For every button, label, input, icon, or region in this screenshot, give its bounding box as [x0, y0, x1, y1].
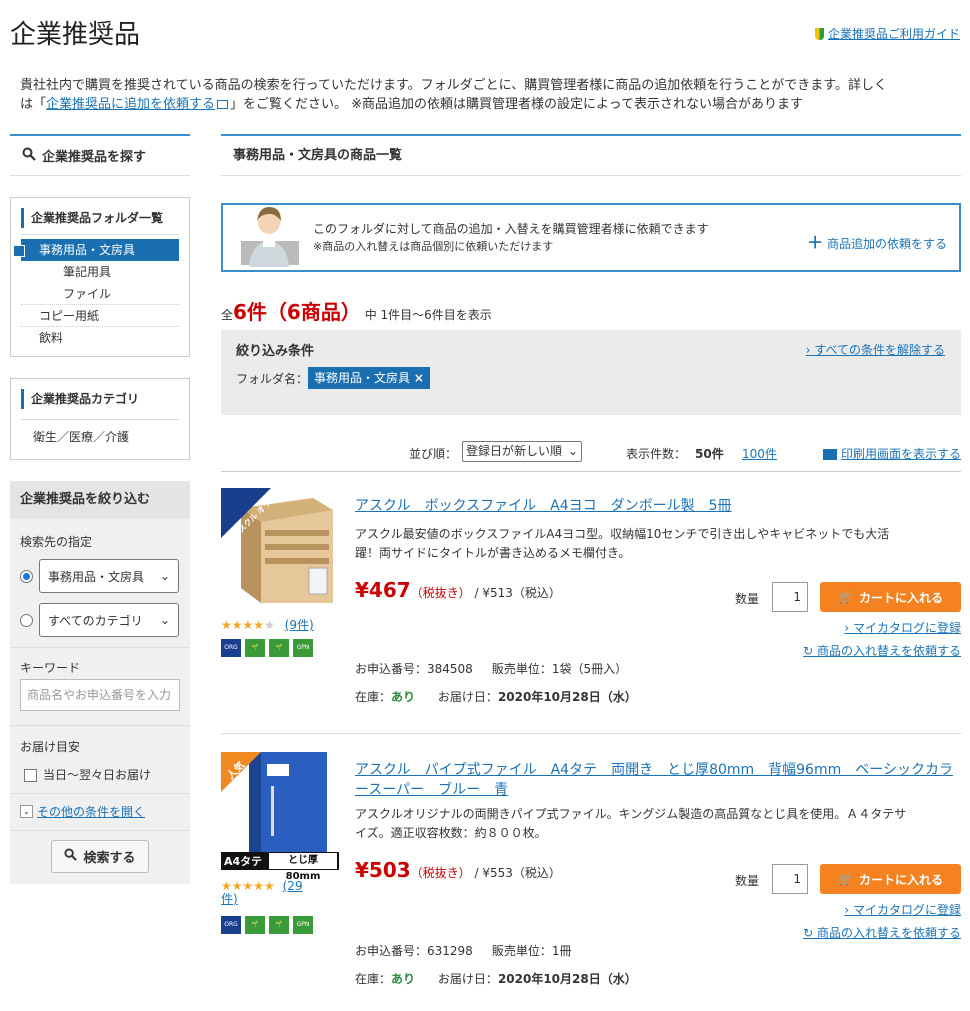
eco-mark-badge-icon: 🌱: [269, 639, 289, 657]
expand-icon: ⌄: [20, 805, 33, 818]
rating-stars: ★★★★★ (9件): [221, 618, 314, 632]
plus-icon: ＋: [807, 233, 824, 252]
select-category[interactable]: すべてのカテゴリ ⌄: [39, 603, 179, 637]
reviews-link[interactable]: (29: [283, 879, 303, 893]
guide-link[interactable]: 企業推奨品ご利用ガイド: [814, 25, 960, 42]
eco-badge-icon: 🌱: [245, 639, 265, 657]
folder-title: 企業推奨品フォルダ一覧: [21, 208, 179, 228]
search-button[interactable]: 検索する: [51, 840, 149, 873]
product-title-link[interactable]: アスクル パイプ式ファイル A4タテ 両開き とじ厚80mm 背幅96mm ベー…: [355, 760, 961, 800]
per-page-100[interactable]: 100件: [742, 445, 777, 462]
chevron-down-icon: ⌄: [567, 444, 578, 458]
cart-icon: 🛒: [838, 590, 853, 604]
close-icon[interactable]: ×: [414, 371, 424, 385]
refresh-icon: ↻: [803, 926, 814, 940]
cart-icon: 🛒: [838, 872, 853, 886]
result-count: 全6件（6商品） 中 1件目～6件目を表示: [221, 300, 492, 324]
main-heading: 事務用品・文房具の商品一覧: [221, 134, 961, 176]
chevron-down-icon: ⌄: [159, 569, 170, 583]
delivery-checkbox[interactable]: [24, 769, 37, 782]
product-price: ¥467（税抜き） / ¥513（税込）: [355, 578, 561, 602]
request-add-button[interactable]: ＋ 商品追加の依頼をする: [807, 229, 947, 253]
printer-icon: [822, 449, 837, 460]
product-image[interactable]: [221, 488, 339, 606]
folder-item-office[interactable]: 事務用品・文房具: [13, 239, 179, 261]
mycatalog-link[interactable]: › マイカタログに登録: [844, 619, 961, 636]
quantity-input[interactable]: 1: [772, 864, 808, 894]
gpn-badge-icon: GPN: [293, 639, 313, 657]
chevron-down-icon: ⌄: [159, 613, 170, 627]
quantity-input[interactable]: 1: [772, 582, 808, 612]
rating-stars: ★★★★★ (29 件): [221, 879, 303, 906]
eco-mark-badge-icon: 🌱: [269, 916, 289, 934]
swap-request-link[interactable]: ↻ 商品の入れ替えを依頼する: [803, 924, 961, 941]
folder-box: 企業推奨品フォルダ一覧 事務用品・文房具 筆記用具 ファイル コピー用紙 飲料: [10, 197, 190, 357]
category-item[interactable]: 衛生／医療／介護: [21, 419, 179, 455]
request-box: このフォルダに対して商品の追加・入替えを購買管理者様に依頼できます ※商品の入れ…: [221, 203, 961, 272]
filter-panel: 絞り込み条件 › すべての条件を解除する フォルダ名： 事務用品・文房具 ×: [221, 330, 961, 415]
staff-illustration-icon: [241, 207, 299, 267]
sort-select[interactable]: 登録日が新しい順 ⌄: [462, 441, 582, 462]
folder-item-drinks[interactable]: 飲料: [21, 327, 179, 349]
intro-text: 貴社社内で購買を推奨されている商品の検索を行っていただけます。フォルダごとに、購…: [20, 78, 887, 112]
keyword-input[interactable]: 商品名やお申込番号を入力: [20, 679, 180, 711]
beginner-icon: [814, 27, 824, 40]
divider: [221, 733, 961, 734]
page-title: 企業推奨品: [10, 20, 141, 50]
radio-category[interactable]: [20, 613, 33, 627]
folder-item-pens[interactable]: 筆記用具: [21, 261, 179, 283]
product-price: ¥503（税抜き） / ¥553（税込）: [355, 858, 561, 882]
original-badge-icon: ORG: [221, 916, 241, 934]
folder-item-copy-paper[interactable]: コピー用紙: [21, 305, 179, 327]
narrow-title: 企業推奨品を絞り込む: [10, 481, 190, 519]
search-icon: [64, 848, 78, 865]
sidebar-search-head: 企業推奨品を探す: [10, 134, 190, 176]
sort-bar: 並び順： 登録日が新しい順 ⌄ 表示件数： 50件 100件 印刷用画面を表示す…: [221, 440, 961, 472]
add-to-cart-button[interactable]: 🛒 カートに入れる: [820, 864, 961, 894]
request-add-link[interactable]: 企業推奨品に追加を依頼する: [46, 97, 215, 112]
clear-filters-link[interactable]: › すべての条件を解除する: [806, 341, 945, 358]
search-icon: [22, 147, 36, 165]
category-box: 企業推奨品カテゴリ 衛生／医療／介護: [10, 378, 190, 460]
reviews-link[interactable]: (9件): [285, 618, 314, 632]
mycatalog-link[interactable]: › マイカタログに登録: [844, 901, 961, 918]
refresh-icon: ↻: [803, 644, 814, 658]
product-title-link[interactable]: アスクル ボックスファイル A4ヨコ ダンボール製 5冊: [355, 496, 732, 516]
eco-badge-icon: 🌱: [245, 916, 265, 934]
category-title: 企業推奨品カテゴリ: [21, 389, 179, 409]
swap-request-link[interactable]: ↻ 商品の入れ替えを依頼する: [803, 642, 961, 659]
radio-folder[interactable]: [20, 569, 33, 583]
window-icon: [217, 100, 229, 109]
more-conditions-link[interactable]: その他の条件を開く: [37, 803, 145, 820]
print-link[interactable]: 印刷用画面を表示する: [822, 445, 961, 462]
narrow-panel: 企業推奨品を絞り込む 検索先の指定 事務用品・文房具 ⌄ すべてのカテゴリ ⌄ キー…: [10, 481, 190, 884]
gpn-badge-icon: GPN: [293, 916, 313, 934]
select-folder[interactable]: 事務用品・文房具 ⌄: [39, 559, 179, 593]
add-to-cart-button[interactable]: 🛒 カートに入れる: [820, 582, 961, 612]
original-badge-icon: ORG: [221, 639, 241, 657]
filter-tag[interactable]: 事務用品・文房具 ×: [308, 367, 430, 389]
folder-item-files[interactable]: ファイル: [21, 283, 179, 305]
